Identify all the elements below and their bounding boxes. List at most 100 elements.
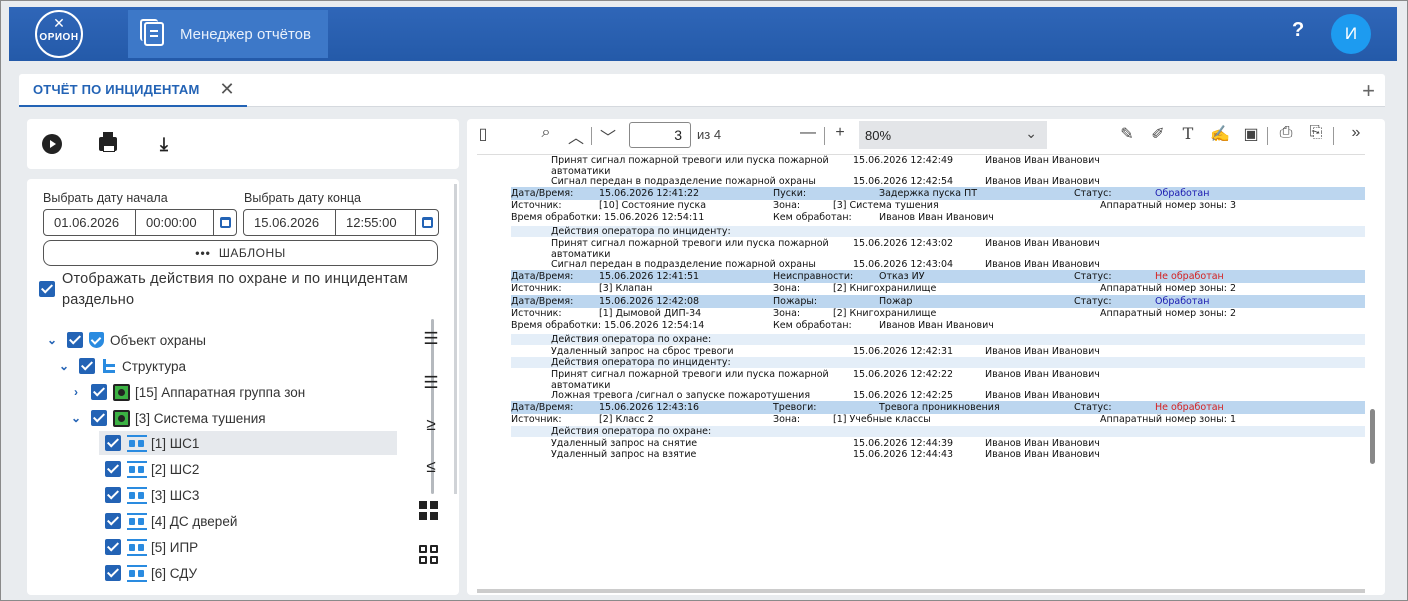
report-cell: Источник:: [511, 308, 562, 319]
tree-node-zone[interactable]: [5] ИПР: [105, 535, 198, 559]
report-row-hdr: Дата/Время: 15.06.2026 12:42:08 Пожары: Пож…: [511, 295, 1365, 308]
tab-incident-report[interactable]: ОТЧЁТ ПО ИНЦИДЕНТАМ ✕: [19, 74, 247, 107]
download-button[interactable]: ⤓: [153, 133, 175, 155]
print-icon[interactable]: ⎙: [1275, 124, 1297, 142]
tree-checkbox[interactable]: [79, 358, 95, 374]
report-manager-tab[interactable]: Менеджер отчётов: [128, 10, 328, 58]
report-cell: Статус:: [1074, 188, 1112, 199]
report-document-icon: [140, 19, 164, 46]
page-number-input[interactable]: 3: [629, 122, 691, 148]
report-row-hdr: Дата/Время: 15.06.2026 12:41:22 Пуски: Заде…: [511, 187, 1365, 200]
start-time-input[interactable]: 00:00:00: [136, 210, 214, 235]
report-cell: Время обработки: 15.06.2026 12:54:14: [511, 320, 705, 331]
tree-checkbox[interactable]: [91, 384, 107, 400]
image-icon[interactable]: ▣: [1240, 124, 1262, 144]
zoom-select[interactable]: 80% ⌄: [859, 121, 1047, 149]
report-cell: Кем обработан:: [773, 320, 852, 331]
text-tool-icon[interactable]: T: [1177, 124, 1199, 143]
collapse-all-icon[interactable]: ≤: [419, 457, 443, 479]
tree-node-zone[interactable]: [2] ШС2: [105, 457, 199, 481]
highlight-icon[interactable]: ✐: [1147, 124, 1169, 144]
tree-node-extinguishing-system[interactable]: ⌄ [3] Система тушения: [69, 406, 266, 430]
sort-up-icon[interactable]: ☰: [419, 373, 443, 395]
draw-icon[interactable]: ✍: [1209, 124, 1231, 144]
report-row-src: Источник: [2] Класс 2 Зона: [1] Учебные кла…: [511, 414, 1365, 425]
report-cell: 15.06.2026 12:42:31: [853, 346, 954, 357]
chevron-up-icon[interactable]: ︿: [565, 124, 587, 148]
report-cell: Удаленный запрос на снятие: [551, 438, 698, 449]
start-datetime-field[interactable]: 01.06.2026 00:00:00: [43, 209, 237, 236]
tree-checkbox[interactable]: [105, 435, 121, 451]
report-cell: [1] Учебные классы: [833, 414, 931, 425]
zone-icon: [127, 538, 147, 556]
save-icon[interactable]: ⎘: [1305, 124, 1327, 142]
tree-checkbox[interactable]: [105, 487, 121, 503]
zoom-in-icon[interactable]: +: [829, 124, 851, 142]
tree-node-label: [4] ДС дверей: [151, 513, 238, 529]
add-tab-button[interactable]: +: [1362, 78, 1375, 104]
report-cell: Иванов Иван Иванович: [985, 438, 1100, 449]
report-cell: Дата/Время:: [511, 271, 574, 282]
tree-node-object[interactable]: ⌄ Объект охраны: [45, 328, 206, 352]
end-calendar-icon[interactable]: [416, 210, 438, 235]
report-cell: Действия оператора по охране:: [551, 334, 712, 345]
tree-checkbox[interactable]: [91, 410, 107, 426]
report-cell: Статус:: [1074, 271, 1112, 282]
tree-checkbox[interactable]: [105, 461, 121, 477]
report-row-action: Принят сигнал пожарной тревоги или пуска…: [511, 155, 1365, 166]
report-cell: [2] Книгохранилище: [833, 308, 937, 319]
chevron-down-icon[interactable]: ⌄: [69, 411, 83, 425]
search-icon[interactable]: ⌕: [535, 124, 557, 142]
report-cell: Зона:: [773, 414, 801, 425]
expand-all-icon[interactable]: ≥: [419, 415, 443, 437]
chevron-down-icon[interactable]: ⌄: [57, 359, 71, 373]
tree-checkbox[interactable]: [67, 332, 83, 348]
report-cell: [3] Система тушения: [833, 200, 939, 211]
chevron-down-icon[interactable]: ⌄: [45, 333, 59, 347]
document-area: Принят сигнал пожарной тревоги или пуска…: [477, 154, 1365, 587]
templates-button[interactable]: ••• ШАБЛОНЫ: [43, 240, 438, 266]
end-datetime-field[interactable]: 15.06.2026 12:55:00: [243, 209, 439, 236]
end-time-input[interactable]: 12:55:00: [336, 210, 416, 235]
end-date-input[interactable]: 15.06.2026: [244, 210, 336, 235]
viewer-vertical-scrollbar[interactable]: [1370, 409, 1375, 464]
report-actions-toolbar: ⤓: [27, 119, 459, 169]
more-tools-icon[interactable]: »: [1345, 124, 1367, 142]
annotate-icon[interactable]: ✎: [1116, 124, 1138, 144]
tree-checkbox[interactable]: [105, 539, 121, 555]
sidebar-toggle-icon[interactable]: ▯: [472, 124, 494, 144]
help-button[interactable]: ?: [1292, 19, 1304, 42]
tree-node-zone[interactable]: [3] ШС3: [105, 483, 199, 507]
panel-scrollbar[interactable]: [454, 184, 457, 494]
start-date-input[interactable]: 01.06.2026: [44, 210, 136, 235]
viewer-horizontal-scrollbar[interactable]: [477, 589, 1365, 593]
tree-checkbox[interactable]: [105, 565, 121, 581]
logo-text: ОРИОН: [39, 32, 79, 43]
zoom-out-icon[interactable]: —: [797, 124, 819, 142]
chevron-right-icon[interactable]: ›: [69, 385, 83, 399]
sort-down-icon[interactable]: ☰: [419, 329, 443, 351]
run-report-button[interactable]: [41, 133, 63, 155]
orion-logo[interactable]: ✕ ОРИОН: [35, 10, 83, 58]
print-button[interactable]: [97, 132, 119, 155]
tree-checkbox[interactable]: [105, 513, 121, 529]
close-tab-icon[interactable]: ✕: [220, 79, 235, 100]
report-cell: Иванов Иван Иванович: [985, 238, 1100, 249]
report-cell: Статус:: [1074, 402, 1112, 413]
report-cell: Тревоги:: [773, 402, 817, 413]
tree-node-zone-selected[interactable]: [1] ШС1: [99, 431, 397, 455]
start-calendar-icon[interactable]: [214, 210, 236, 235]
tree-node-zone[interactable]: [6] СДУ: [105, 561, 197, 585]
report-row-sub: Действия оператора по инциденту:: [511, 357, 1365, 368]
user-avatar[interactable]: И: [1331, 14, 1371, 54]
select-all-icon[interactable]: [419, 501, 443, 523]
deselect-all-icon[interactable]: [419, 545, 443, 567]
report-cell: Принят сигнал пожарной тревоги или пуска…: [551, 238, 829, 249]
templates-label: ШАБЛОНЫ: [218, 246, 286, 260]
chevron-down-icon[interactable]: ﹀: [597, 124, 619, 148]
report-cell: Иванов Иван Иванович: [985, 155, 1100, 166]
tree-node-hardware-group[interactable]: › [15] Аппаратная группа зон: [69, 380, 305, 404]
tree-node-structure[interactable]: ⌄ Структура: [57, 354, 186, 378]
tree-node-zone[interactable]: [4] ДС дверей: [105, 509, 237, 533]
separate-actions-checkbox[interactable]: [39, 281, 55, 297]
